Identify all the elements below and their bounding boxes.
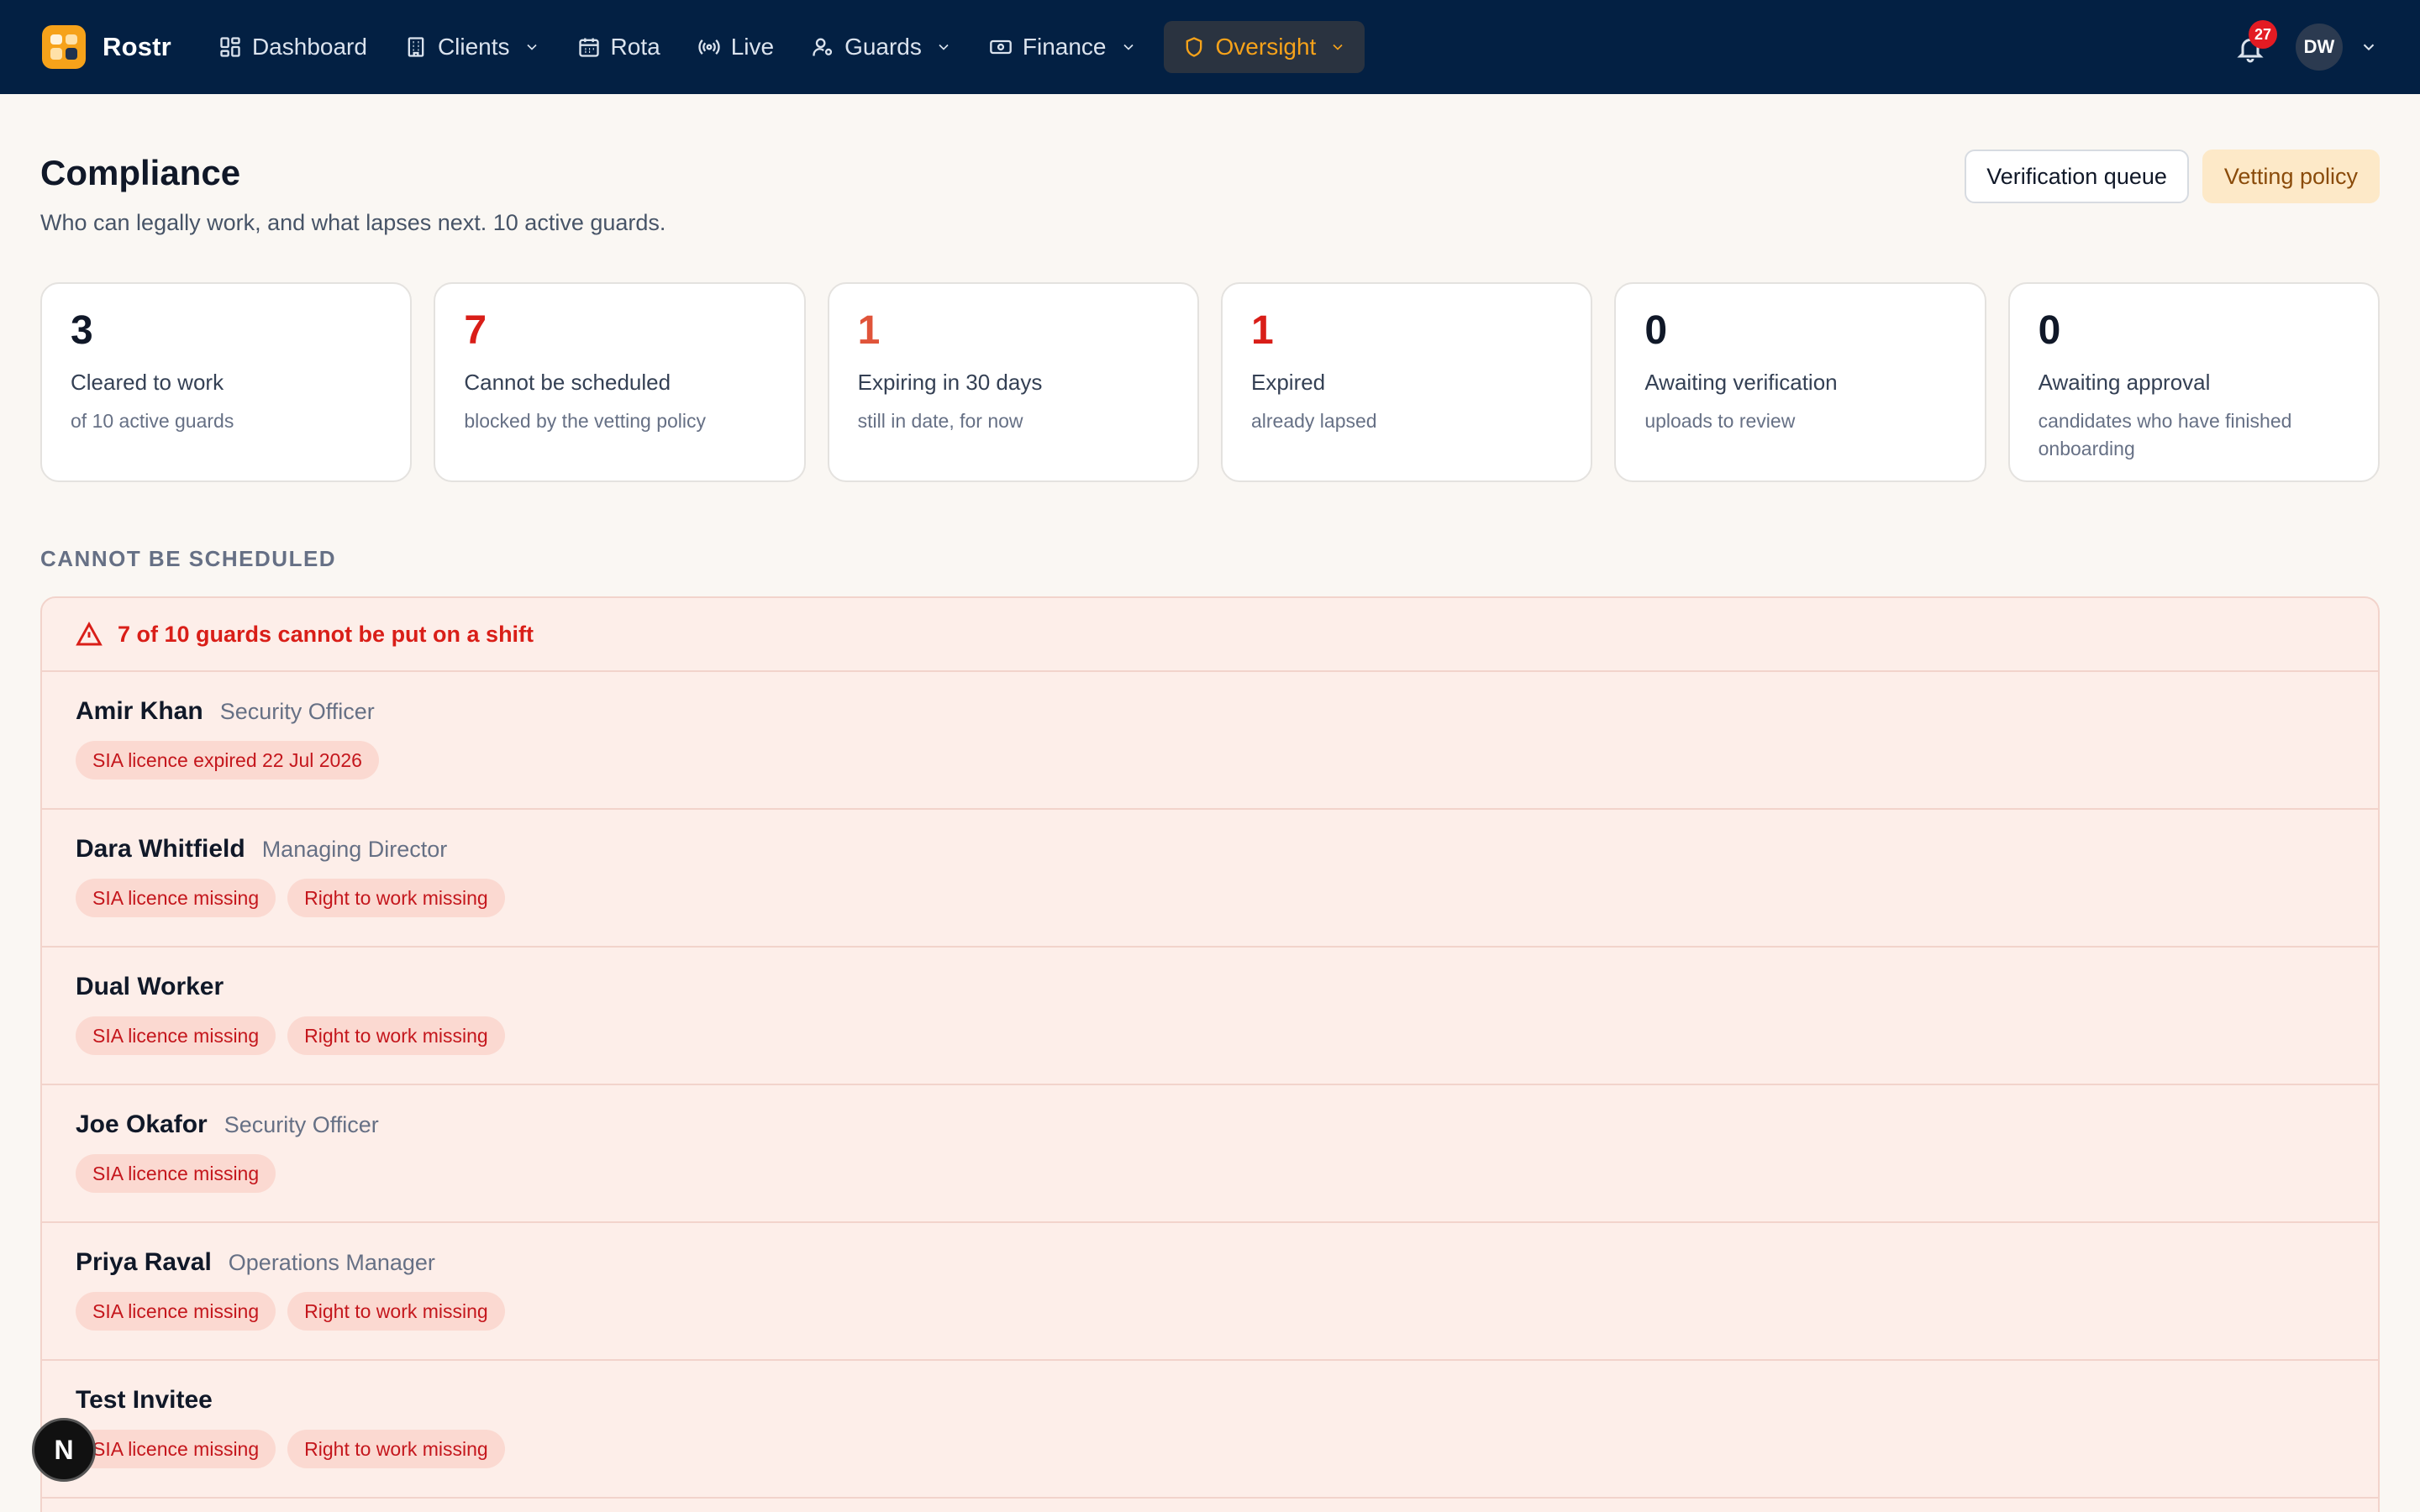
chevron-down-icon: [1123, 44, 1134, 50]
stat-sub: blocked by the vetting policy: [464, 410, 706, 432]
guard-name[interactable]: Amir Khan: [76, 697, 203, 726]
stat-sub: uploads to review: [1644, 410, 1796, 432]
issue-tag: SIA licence missing: [76, 879, 276, 917]
issue-tag: SIA licence missing: [76, 1154, 276, 1193]
dev-tools-button[interactable]: N: [32, 1418, 96, 1482]
stat-sub: candidates who have finished onboarding: [2038, 410, 2292, 460]
guard-row[interactable]: Dual Worker SIA licence missing Right to…: [42, 948, 2378, 1085]
nav-rota-label: Rota: [610, 34, 660, 60]
guard-role: Security Officer: [224, 1112, 379, 1137]
banknote-icon: [990, 39, 1012, 55]
notification-count-badge: 27: [2249, 20, 2277, 49]
cannot-schedule-panel: 7 of 10 guards cannot be put on a shift …: [40, 596, 2380, 1512]
guard-name[interactable]: Dara Whitfield: [76, 835, 245, 864]
stat-sub: of 10 active guards: [71, 410, 234, 432]
nav-live[interactable]: Live: [679, 21, 792, 73]
header-actions: Verification queue Vetting policy: [1965, 150, 2380, 203]
guard-role: Security Officer: [219, 699, 375, 724]
stat-cards: 3 Cleared to work of 10 active guards 7 …: [40, 282, 2380, 482]
stat-label: Cleared to work: [71, 370, 224, 395]
stat-sub: still in date, for now: [857, 410, 1023, 432]
guard-row[interactable]: Dara Whitfield Managing Director SIA lic…: [42, 810, 2378, 948]
nav-finance[interactable]: Finance: [971, 21, 1155, 73]
stat-label: Cannot be scheduled: [464, 370, 671, 395]
guard-row[interactable]: Joe Okafor Security Officer SIA licence …: [42, 1085, 2378, 1223]
guard-row[interactable]: Test Invitee SIA licence missing Right t…: [42, 1361, 2378, 1499]
broadcast-icon: [698, 39, 720, 55]
issue-tag: Right to work missing: [287, 1016, 505, 1055]
nav-live-label: Live: [730, 34, 775, 60]
stat-value: 1: [1250, 308, 1274, 353]
issue-tag: SIA licence expired 22 Jul 2026: [76, 741, 379, 780]
alert-banner: 7 of 10 guards cannot be put on a shift: [42, 598, 2378, 672]
stat-card-awaiting-verification[interactable]: 0 Awaiting verification uploads to revie…: [1614, 282, 1986, 482]
guard-name[interactable]: Dual Worker: [76, 973, 224, 1001]
brand[interactable]: Rostr: [42, 25, 171, 69]
nav-finance-label: Finance: [1022, 34, 1107, 60]
issue-tag: SIA licence missing: [76, 1430, 276, 1468]
vetting-policy-button[interactable]: Vetting policy: [2202, 150, 2380, 203]
issue-tag: Right to work missing: [287, 1430, 505, 1468]
rostr-logo-icon: [42, 25, 86, 69]
page-title: Compliance: [40, 153, 241, 192]
nav-clients-label: Clients: [437, 34, 510, 60]
nav-oversight-label: Oversight: [1215, 34, 1317, 60]
stat-card-cannot-schedule[interactable]: 7 Cannot be scheduled blocked by the vet…: [434, 282, 806, 482]
stat-value: 7: [464, 308, 487, 353]
notifications-button[interactable]: 27: [2233, 20, 2277, 64]
stat-value: 0: [2038, 308, 2061, 353]
issue-tag: Right to work missing: [287, 1292, 505, 1331]
section-heading: CANNOT BE SCHEDULED: [40, 546, 337, 571]
warning-icon: [76, 621, 103, 646]
stat-value: 0: [1644, 308, 1668, 353]
chevron-down-icon: [2363, 44, 2375, 51]
alert-text: 7 of 10 guards cannot be put on a shift: [118, 621, 534, 647]
page-subtitle: Who can legally work, and what lapses ne…: [40, 210, 666, 235]
stat-card-expired[interactable]: 1 Expired already lapsed: [1220, 282, 1593, 482]
stat-value: 3: [71, 308, 93, 353]
chevron-down-icon: [939, 44, 949, 50]
avatar: DW: [2296, 24, 2343, 71]
nav-guards[interactable]: Guards: [792, 21, 971, 73]
issue-tag: SIA licence missing: [76, 1292, 276, 1331]
chevron-down-icon: [1333, 44, 1343, 50]
stat-label: Awaiting verification: [1644, 370, 1838, 395]
verification-queue-button[interactable]: Verification queue: [1965, 150, 2189, 203]
guard-name[interactable]: Test Invitee: [76, 1386, 213, 1415]
user-cog-icon: [813, 38, 833, 56]
guard-role: Operations Manager: [228, 1250, 435, 1275]
user-menu[interactable]: DW: [2296, 24, 2378, 71]
nav-clients[interactable]: Clients: [386, 21, 559, 73]
chevron-down-icon: [526, 44, 537, 50]
brand-name: Rostr: [103, 32, 171, 61]
stat-label: Expiring in 30 days: [857, 370, 1043, 395]
nav-rota[interactable]: Rota: [559, 21, 679, 73]
stat-value: 1: [857, 308, 881, 353]
stat-label: Expired: [1250, 370, 1326, 395]
top-navbar: Rostr Dashboard Clients Rota Live Guards…: [0, 0, 2420, 94]
guard-role: Managing Director: [261, 837, 448, 862]
nav-oversight[interactable]: Oversight: [1163, 21, 1365, 73]
nav-dashboard-label: Dashboard: [251, 34, 367, 60]
stat-label: Awaiting approval: [2038, 370, 2211, 395]
building-icon: [408, 37, 424, 57]
stat-sub: already lapsed: [1250, 410, 1377, 432]
issue-tag: Right to work missing: [287, 879, 505, 917]
guard-row[interactable]: Amir Khan Security Officer SIA licence e…: [42, 672, 2378, 810]
guard-name[interactable]: Priya Raval: [76, 1248, 212, 1277]
shield-icon: [1186, 37, 1202, 57]
calendar-icon: [578, 38, 599, 57]
nav-right: 27 DW: [2233, 20, 2378, 71]
nav-dashboard[interactable]: Dashboard: [200, 21, 386, 73]
grid-icon: [220, 37, 240, 57]
guard-row[interactable]: Priya Raval Operations Manager SIA licen…: [42, 1223, 2378, 1361]
stat-card-expiring[interactable]: 1 Expiring in 30 days still in date, for…: [827, 282, 1199, 482]
guard-name[interactable]: Joe Okafor: [76, 1110, 208, 1139]
issue-tag: SIA licence missing: [76, 1016, 276, 1055]
stat-card-awaiting-approval[interactable]: 0 Awaiting approval candidates who have …: [2007, 282, 2380, 482]
nav-guards-label: Guards: [844, 34, 922, 60]
stat-card-cleared[interactable]: 3 Cleared to work of 10 active guards: [40, 282, 413, 482]
